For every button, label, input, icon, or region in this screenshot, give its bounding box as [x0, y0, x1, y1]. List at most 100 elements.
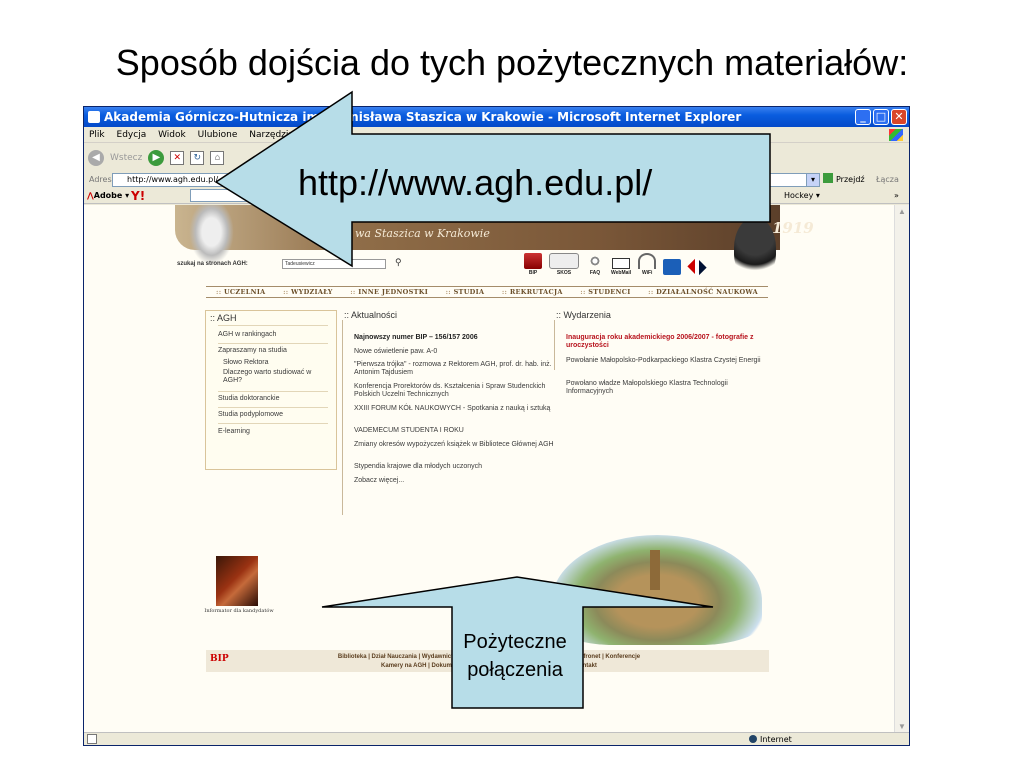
agh-link-doktoranckie[interactable]: Studia doktoranckie: [218, 395, 330, 403]
news-item[interactable]: Konferencja Prorektorów ds. Kształcenia …: [354, 383, 554, 399]
site-search-label: szukaj na stronach AGH:: [177, 261, 248, 267]
search-icon[interactable]: ⚲: [395, 257, 402, 268]
informator-label[interactable]: Informator dla kandydatów: [204, 608, 274, 614]
events-divider: [554, 320, 555, 370]
envelope-icon: [612, 258, 631, 269]
webmail-label: WebMail: [611, 270, 632, 276]
news-item[interactable]: "Pierwsza trójka" - rozmowa z Rektorem A…: [354, 361, 554, 377]
agh-link-slowo-rektora[interactable]: Słowo Rektora: [223, 359, 335, 367]
event-item[interactable]: Inauguracja roku akademickiego 2006/2007…: [566, 334, 766, 350]
menu-narzedzia[interactable]: Narzędzia: [249, 130, 294, 140]
window-title: Akademia Górniczo-Hutnicza im. Stanisław…: [104, 110, 742, 124]
news-item[interactable]: Stypendia krajowe dla młodych uczonych: [354, 463, 554, 471]
refresh-icon[interactable]: ↻: [190, 151, 205, 165]
news-item[interactable]: Zmiany okresów wypożyczeń książek w Bibl…: [354, 441, 554, 449]
menu-bar: Plik Edycja Widok Ulubione Narzędzia Pom…: [84, 127, 909, 143]
toolbar-more-chevron[interactable]: »: [894, 188, 899, 204]
agh-link-podyplomowe[interactable]: Studia podyplomowe: [218, 411, 330, 419]
informator-cover-image[interactable]: [216, 556, 258, 606]
faq-label: FAQ: [589, 270, 601, 276]
windows-flag-icon: [889, 129, 903, 141]
vertical-scrollbar[interactable]: ▲ ▼: [894, 205, 909, 734]
bip-label: BIP: [528, 270, 538, 276]
back-arrow-icon[interactable]: ◀: [88, 150, 104, 166]
agh-heading: :: AGH: [210, 313, 237, 323]
scroll-down-icon[interactable]: ▼: [897, 722, 907, 732]
nav-studia[interactable]: STUDIA: [446, 288, 485, 296]
address-dropdown-icon[interactable]: ▾: [806, 173, 820, 187]
agh-divider: [218, 423, 328, 424]
status-bar: Internet: [84, 732, 909, 745]
nav-uczelnia[interactable]: UCZELNIA: [216, 288, 266, 296]
english-version-link[interactable]: [687, 257, 707, 277]
question-icon: [586, 253, 604, 269]
eagle-emblem-icon: [189, 205, 234, 265]
footer-bip-logo[interactable]: BIP: [210, 654, 229, 664]
page-icon: [87, 734, 97, 744]
agh-link-rankingi[interactable]: AGH w rankingach: [218, 331, 330, 339]
adobe-label: Adobe: [93, 191, 123, 200]
event-item[interactable]: Powołanie Małopolsko-Podkarpackiego Klas…: [566, 357, 766, 365]
webmail-link[interactable]: WebMail: [611, 253, 631, 276]
wifi-link[interactable]: WiFi: [638, 253, 657, 276]
nav-inne-jednostki[interactable]: INNE JEDNOSTKI: [350, 288, 428, 296]
wifi-label: WiFi: [641, 270, 653, 276]
nav-dzialalnosc-naukowa[interactable]: DZIAŁALNOŚĆ NAUKOWA: [648, 288, 758, 296]
bip-link[interactable]: BIP: [524, 253, 542, 276]
go-button[interactable]: Przejdź: [823, 172, 865, 188]
close-button[interactable]: ✕: [891, 109, 907, 125]
news-divider: [342, 320, 343, 515]
menu-widok[interactable]: Widok: [158, 130, 186, 140]
maximize-button[interactable]: □: [873, 109, 889, 125]
news-heading: :: Aktualności: [344, 310, 398, 320]
url-callout-label: http://www.agh.edu.pl/: [298, 162, 653, 203]
building-tower: [650, 550, 660, 590]
bip-icon: [524, 253, 542, 269]
agh-link-zapraszamy[interactable]: Zapraszamy na studia: [218, 347, 330, 355]
news-more-link[interactable]: Zobacz więcej...: [354, 477, 554, 485]
accessibility-link[interactable]: [663, 259, 682, 276]
nav-studenci[interactable]: STUDENCI: [580, 288, 630, 296]
security-zone: Internet: [749, 733, 792, 745]
site-search-input[interactable]: Tadeusiewicz: [282, 259, 386, 269]
agh-link-dlaczego[interactable]: Dlaczego warto studiować w AGH?: [223, 369, 323, 385]
news-item[interactable]: VADEMECUM STUDENTA I ROKU: [354, 427, 554, 435]
banner-year: 1919: [772, 219, 814, 237]
home-icon[interactable]: ⌂: [210, 151, 225, 165]
adobe-button[interactable]: ⋀Adobe ▾: [87, 188, 129, 204]
wheelchair-icon: [663, 259, 682, 275]
nav-wydzialy[interactable]: WYDZIAŁY: [283, 288, 333, 296]
stop-icon[interactable]: ✕: [170, 151, 185, 165]
slide-title: Sposób dojścia do tych pożytecznych mate…: [115, 42, 909, 83]
faq-link[interactable]: FAQ: [586, 253, 604, 276]
news-item[interactable]: XXIII FORUM KÓŁ NAUKOWYCH - Spotkania z …: [354, 405, 554, 413]
news-item[interactable]: Nowe oświetlenie paw. A-0: [354, 348, 554, 356]
main-navigation: UCZELNIA WYDZIAŁY INNE JEDNOSTKI STUDIA …: [206, 286, 768, 298]
agh-divider: [218, 343, 328, 344]
window-titlebar[interactable]: Akademia Górniczo-Hutnicza im. Stanisław…: [84, 107, 909, 127]
event-item[interactable]: Powołano władze Małopolskiego Klastra Te…: [566, 380, 766, 396]
scroll-up-icon[interactable]: ▲: [897, 207, 907, 217]
address-label: Adres: [89, 175, 112, 184]
uk-flag-icon: [687, 257, 707, 277]
minimize-button[interactable]: _: [855, 109, 871, 125]
back-button-label[interactable]: Wstecz: [110, 153, 142, 163]
menu-pomoc[interactable]: Pomoc: [306, 130, 336, 140]
ie-icon: [88, 111, 100, 123]
wifi-icon: [638, 253, 657, 269]
skos-link[interactable]: SKOS: [549, 253, 579, 276]
useful-links-callout-label: Pożyteczne połączenia: [463, 631, 567, 681]
hockey-button[interactable]: Hockey ▾»: [784, 188, 899, 204]
yahoo-logo[interactable]: Y!: [131, 188, 145, 204]
forward-arrow-icon[interactable]: ▶: [148, 150, 165, 166]
menu-plik[interactable]: Plik: [89, 130, 105, 140]
nav-rekrutacja[interactable]: REKRUTACJA: [502, 288, 563, 296]
links-label[interactable]: Łącza: [876, 172, 899, 188]
news-item[interactable]: Najnowszy numer BIP – 156/157 2006: [354, 334, 554, 342]
agh-link-elearning[interactable]: E-learning: [218, 428, 330, 436]
events-heading: :: Wydarzenia: [556, 310, 611, 320]
skos-label: SKOS: [556, 270, 572, 276]
menu-edycja[interactable]: Edycja: [117, 130, 147, 140]
agh-divider: [218, 325, 328, 326]
menu-ulubione[interactable]: Ulubione: [198, 130, 238, 140]
